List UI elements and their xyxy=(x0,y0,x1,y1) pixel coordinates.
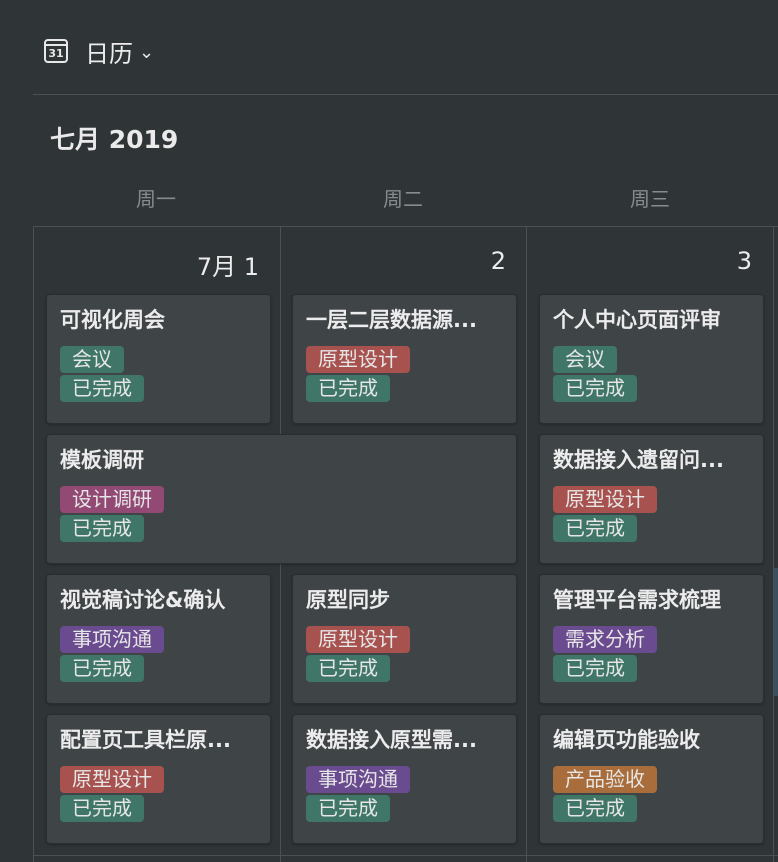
category-tag: 会议 xyxy=(553,346,617,373)
status-tag: 已完成 xyxy=(553,795,637,822)
category-tag: 设计调研 xyxy=(60,486,164,513)
header-divider xyxy=(33,94,778,95)
grid-line xyxy=(33,227,34,862)
weekday-wed: 周三 xyxy=(630,187,670,211)
status-tag: 已完成 xyxy=(553,375,637,402)
event-card[interactable]: 原型同步 原型设计 已完成 xyxy=(292,574,517,704)
event-card[interactable]: 一层二层数据源... 原型设计 已完成 xyxy=(292,294,517,424)
event-card[interactable]: 可视化周会 会议 已完成 xyxy=(46,294,271,424)
grid-line xyxy=(773,227,774,862)
weekday-mon: 周一 xyxy=(136,187,176,211)
view-title: 日历 xyxy=(85,39,133,68)
category-tag: 原型设计 xyxy=(60,766,164,793)
chevron-down-icon[interactable]: ⌄ xyxy=(139,42,154,63)
status-tag: 已完成 xyxy=(553,655,637,682)
event-card[interactable]: 编辑页功能验收 产品验收 已完成 xyxy=(539,714,764,844)
event-title: 原型同步 xyxy=(306,588,390,612)
status-tag: 已完成 xyxy=(306,655,390,682)
event-title: 数据接入原型需... xyxy=(306,728,477,752)
category-tag: 原型设计 xyxy=(306,626,410,653)
day-number-3[interactable]: 3 xyxy=(526,247,752,275)
category-tag: 原型设计 xyxy=(306,346,410,373)
event-title: 个人中心页面评审 xyxy=(553,308,721,332)
partial-event-edge xyxy=(774,568,778,696)
status-tag: 已完成 xyxy=(60,375,144,402)
category-tag: 事项沟通 xyxy=(306,766,410,793)
event-title: 数据接入遗留问... xyxy=(553,448,724,472)
calendar-icon: 31 xyxy=(44,39,68,63)
event-title: 可视化周会 xyxy=(60,308,165,332)
status-tag: 已完成 xyxy=(553,515,637,542)
event-title: 管理平台需求梳理 xyxy=(553,588,721,612)
event-card[interactable]: 数据接入原型需... 事项沟通 已完成 xyxy=(292,714,517,844)
calendar-grid: 7月 1 2 3 可视化周会 会议 已完成 一层二层数据源... 原型设计 已完… xyxy=(33,226,778,862)
event-card[interactable]: 配置页工具栏原... 原型设计 已完成 xyxy=(46,714,271,844)
category-tag: 需求分析 xyxy=(553,626,657,653)
month-label: 七月 2019 xyxy=(50,125,179,154)
event-card[interactable]: 管理平台需求梳理 需求分析 已完成 xyxy=(539,574,764,704)
status-tag: 已完成 xyxy=(60,515,144,542)
event-card[interactable]: 数据接入遗留问... 原型设计 已完成 xyxy=(539,434,764,564)
category-tag: 事项沟通 xyxy=(60,626,164,653)
status-tag: 已完成 xyxy=(60,655,144,682)
day-number-2[interactable]: 2 xyxy=(280,247,506,275)
category-tag: 会议 xyxy=(60,346,124,373)
event-title: 一层二层数据源... xyxy=(306,308,477,332)
event-title: 模板调研 xyxy=(60,448,144,472)
status-tag: 已完成 xyxy=(306,375,390,402)
category-tag: 原型设计 xyxy=(553,486,657,513)
event-card[interactable]: 视觉稿讨论&确认 事项沟通 已完成 xyxy=(46,574,271,704)
category-tag: 产品验收 xyxy=(553,766,657,793)
grid-line xyxy=(526,227,527,862)
event-title: 配置页工具栏原... xyxy=(60,728,231,752)
status-tag: 已完成 xyxy=(306,795,390,822)
event-card[interactable]: 模板调研 设计调研 已完成 xyxy=(46,434,517,564)
weekday-tue: 周二 xyxy=(383,187,423,211)
event-title: 视觉稿讨论&确认 xyxy=(60,588,226,612)
event-card[interactable]: 个人中心页面评审 会议 已完成 xyxy=(539,294,764,424)
event-title: 编辑页功能验收 xyxy=(553,728,700,752)
status-tag: 已完成 xyxy=(60,795,144,822)
day-number-1[interactable]: 7月 1 xyxy=(33,247,259,282)
calendar-view-switcher[interactable]: 31 日历 ⌄ xyxy=(44,34,154,68)
grid-line xyxy=(33,855,778,856)
